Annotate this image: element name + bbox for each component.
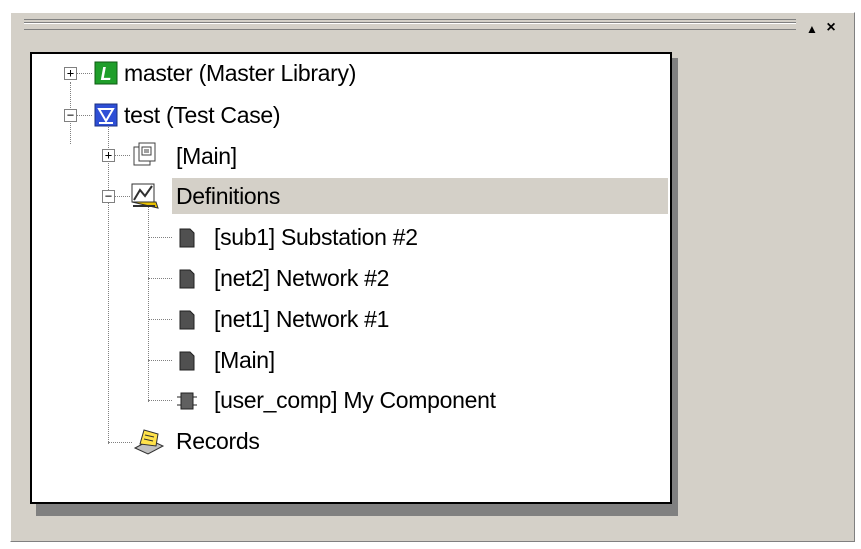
- definition-item-icon: [178, 228, 202, 252]
- document-page-icon: [132, 142, 156, 166]
- tree-connector: [108, 124, 109, 444]
- tree-connector: [148, 237, 172, 238]
- tree-connector: [148, 206, 149, 402]
- svg-text:L: L: [101, 64, 112, 84]
- tree-node-label: [user_comp] My Component: [214, 386, 496, 413]
- tree-node-main[interactable]: [Main]: [172, 138, 241, 174]
- tree-node-user-comp[interactable]: [user_comp] My Component: [210, 382, 500, 418]
- tree-node-label: [Main]: [214, 346, 275, 373]
- tree-node-test[interactable]: test (Test Case): [120, 97, 284, 133]
- tree-connector: [148, 400, 172, 401]
- tree-node-sub1[interactable]: [sub1] Substation #2: [210, 219, 422, 255]
- tree-connector: [108, 442, 132, 443]
- expand-toggle[interactable]: +: [64, 67, 77, 80]
- tree-node-label: [net2] Network #2: [214, 264, 390, 291]
- tree-node-net2[interactable]: [net2] Network #2: [210, 260, 393, 296]
- collapse-toggle[interactable]: −: [64, 109, 77, 122]
- definition-item-icon: [178, 269, 202, 293]
- library-L-icon: L: [94, 61, 118, 85]
- collapse-toggle[interactable]: −: [102, 190, 115, 203]
- tree-node-label: test (Test Case): [124, 101, 281, 128]
- tree-node-label: Definitions: [176, 182, 281, 209]
- tree-connector: [114, 196, 130, 197]
- definition-item-icon: [178, 310, 202, 334]
- tree-node-label: [sub1] Substation #2: [214, 223, 418, 250]
- close-icon[interactable]: ×: [823, 19, 839, 37]
- tree-node-label: Records: [176, 427, 260, 454]
- tree-connector: [114, 155, 130, 156]
- collapse-up-icon[interactable]: ▲: [805, 22, 819, 36]
- tree-connector: [148, 278, 172, 279]
- definitions-icon: [130, 182, 159, 209]
- tree-connector: [148, 360, 172, 361]
- records-icon: [132, 426, 165, 455]
- tree-node-net1[interactable]: [net1] Network #1: [210, 301, 393, 337]
- pane-title-grip[interactable]: [24, 19, 796, 30]
- tree-node-records[interactable]: Records: [172, 423, 264, 459]
- component-icon: [176, 391, 200, 415]
- tree-connector: [76, 73, 92, 74]
- tree-node-main-def[interactable]: [Main]: [210, 342, 279, 378]
- tree-node-label: master (Master Library): [124, 59, 357, 86]
- definition-item-icon: [178, 351, 202, 375]
- tree-node-master[interactable]: master (Master Library): [120, 55, 360, 91]
- test-case-icon: [94, 103, 118, 127]
- project-tree[interactable]: + L master (Master Library) − test (Test…: [30, 52, 672, 504]
- expand-toggle[interactable]: +: [102, 149, 115, 162]
- tree-connector: [148, 319, 172, 320]
- tree-connector: [76, 115, 92, 116]
- tree-node-label: [Main]: [176, 142, 237, 169]
- tree-node-label: [net1] Network #1: [214, 305, 390, 332]
- tree-node-definitions[interactable]: Definitions: [172, 178, 668, 214]
